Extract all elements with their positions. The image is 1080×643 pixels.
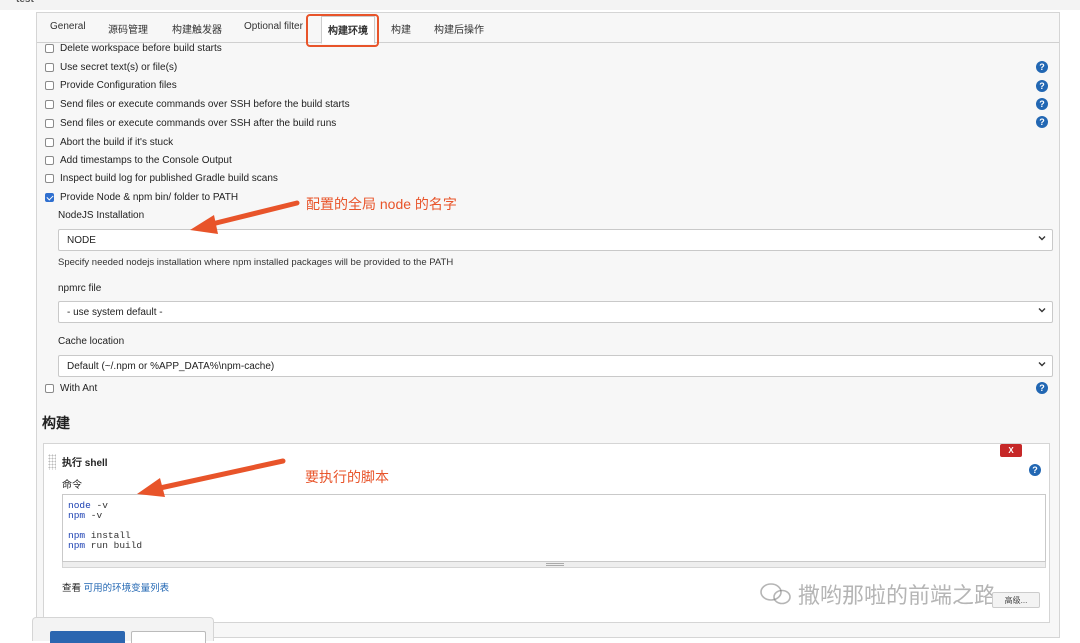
select-value: NODE (67, 235, 96, 246)
npmrc-select[interactable]: - use system default - (58, 301, 1053, 323)
grip-icon (546, 563, 564, 566)
option-label: Use secret text(s) or file(s) (60, 61, 178, 73)
command-line: node -v (68, 501, 1040, 511)
select-value: - use system default - (67, 307, 163, 318)
tab-source-control[interactable]: 源码管理 (108, 21, 148, 36)
command-textarea[interactable]: node -v npm -v npm install npm run build (62, 494, 1046, 562)
annotation-script: 要执行的脚本 (305, 469, 389, 485)
textarea-resize-handle[interactable] (62, 562, 1046, 568)
option-ssh-before[interactable]: Send files or execute commands over SSH … (45, 97, 350, 111)
option-label: Provide Node & npm bin/ folder to PATH (60, 191, 239, 203)
advanced-button[interactable]: 高级... (992, 592, 1040, 608)
help-icon[interactable]: ? (1036, 116, 1048, 128)
watermark-text: 撒哟那啦的前端之路 (798, 583, 997, 608)
checkbox[interactable] (45, 80, 54, 90)
breadcrumb: test (0, 0, 1080, 10)
option-secret-text[interactable]: Use secret text(s) or file(s) (45, 60, 177, 74)
checkbox[interactable] (45, 43, 54, 53)
env-vars-prefix: 查看 (62, 583, 84, 594)
option-label: Delete workspace before build starts (60, 42, 222, 54)
config-panel: General 源码管理 构建触发器 Optional filter 构建环境 … (36, 12, 1060, 638)
command-line: npm install (68, 531, 1040, 541)
checkbox[interactable] (45, 173, 54, 183)
option-provide-node[interactable]: Provide Node & npm bin/ folder to PATH (45, 190, 238, 204)
tab-build[interactable]: 构建 (391, 21, 411, 36)
option-with-ant[interactable]: With Ant (45, 381, 97, 395)
option-label: Inspect build log for published Gradle b… (60, 172, 278, 184)
checkbox[interactable] (45, 62, 54, 72)
config-tabs: General 源码管理 构建触发器 Optional filter 构建环境 … (37, 13, 1059, 44)
nodejs-installation-description: Specify needed nodejs installation where… (58, 257, 454, 268)
apply-button[interactable] (131, 631, 206, 643)
help-icon[interactable]: ? (1029, 464, 1041, 476)
help-icon[interactable]: ? (1036, 61, 1048, 73)
help-icon[interactable]: ? (1036, 80, 1048, 92)
cache-location-select[interactable]: Default (~/.npm or %APP_DATA%\npm-cache) (58, 355, 1053, 377)
tab-build-environment[interactable]: 构建环境 (321, 16, 375, 44)
save-button[interactable] (50, 631, 125, 643)
option-label: Add timestamps to the Console Output (60, 154, 232, 166)
shell-step-title: 执行 shell (62, 458, 108, 469)
build-section-title: 构建 (42, 415, 70, 431)
option-config-files[interactable]: Provide Configuration files (45, 78, 177, 92)
option-ssh-after[interactable]: Send files or execute commands over SSH … (45, 116, 336, 130)
command-line-rest: run build (85, 540, 143, 551)
command-label: 命令 (62, 480, 82, 491)
option-label: Send files or execute commands over SSH … (60, 98, 350, 110)
chevron-down-icon (1038, 362, 1046, 367)
option-gradle-scans[interactable]: Inspect build log for published Gradle b… (45, 171, 278, 185)
env-vars-line: 查看 可用的环境变量列表 (62, 580, 169, 594)
breadcrumb-job-name[interactable]: test (16, 0, 34, 5)
tab-optional-filter[interactable]: Optional filter (244, 21, 303, 32)
checkbox[interactable] (45, 118, 54, 128)
npmrc-label: npmrc file (58, 283, 102, 294)
command-line-rest: -v (85, 510, 103, 521)
option-label: Provide Configuration files (60, 79, 177, 91)
tab-post-build[interactable]: 构建后操作 (434, 21, 484, 36)
command-line (68, 521, 1040, 531)
tab-build-triggers[interactable]: 构建触发器 (172, 21, 222, 36)
env-vars-link[interactable]: 可用的环境变量列表 (84, 583, 170, 594)
drag-handle-icon[interactable] (48, 454, 56, 470)
chevron-down-icon (1038, 236, 1046, 241)
wechat-icon (760, 583, 791, 605)
delete-step-button[interactable]: X (1000, 444, 1022, 457)
option-delete-workspace[interactable]: Delete workspace before build starts (45, 41, 222, 55)
bottom-button-bar (32, 617, 214, 643)
command-line: npm -v (68, 511, 1040, 521)
option-label: Abort the build if it's stuck (60, 136, 174, 148)
nodejs-installation-select[interactable]: NODE (58, 229, 1053, 251)
option-timestamps[interactable]: Add timestamps to the Console Output (45, 153, 232, 167)
cache-location-label: Cache location (58, 336, 125, 347)
option-label: With Ant (60, 382, 98, 394)
command-keyword: npm (68, 540, 86, 551)
help-icon[interactable]: ? (1036, 98, 1048, 110)
checkbox[interactable] (45, 155, 54, 165)
option-label: Send files or execute commands over SSH … (60, 117, 337, 129)
help-icon[interactable]: ? (1036, 382, 1048, 394)
nodejs-installation-label: NodeJS Installation (58, 210, 145, 221)
chevron-down-icon (1038, 308, 1046, 313)
annotation-node-name: 配置的全局 node 的名字 (306, 196, 457, 212)
command-line: npm run build (68, 541, 1040, 551)
checkbox[interactable] (45, 99, 54, 109)
option-abort-stuck[interactable]: Abort the build if it's stuck (45, 135, 173, 149)
select-value: Default (~/.npm or %APP_DATA%\npm-cache) (67, 361, 275, 372)
checkbox[interactable] (45, 137, 54, 147)
checkbox-checked[interactable] (45, 192, 54, 202)
tab-general[interactable]: General (50, 21, 86, 32)
checkbox[interactable] (45, 383, 54, 393)
